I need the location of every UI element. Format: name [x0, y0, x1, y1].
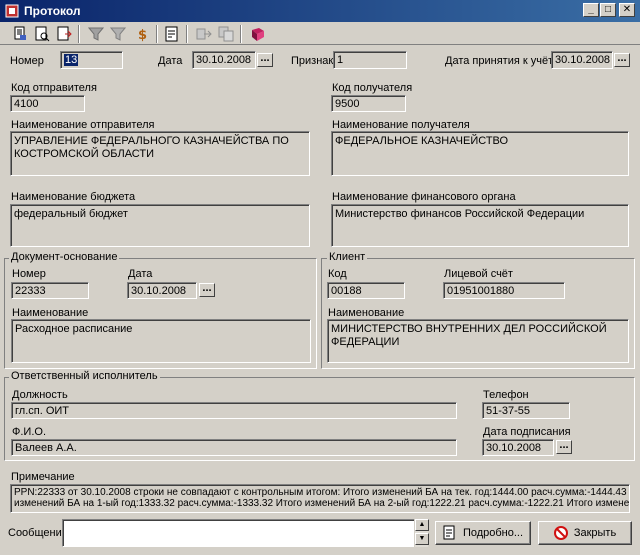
fio-label: Ф.И.О.	[12, 426, 46, 438]
arrow-right-icon	[196, 28, 212, 40]
doc-date-label: Дата	[128, 268, 153, 280]
sender-code-label: Код отправителя	[11, 82, 97, 94]
fin-org-label: Наименование финансового органа	[332, 191, 516, 203]
note-line-1: PPN:22333 от 30.10.2008 строки не совпад…	[14, 487, 630, 498]
note-label: Примечание	[11, 471, 75, 483]
toolbar-forward-button[interactable]	[194, 25, 214, 43]
doc-date-field[interactable]: 30.10.2008	[127, 282, 197, 299]
client-code-label: Код	[328, 268, 347, 280]
doc-number-label: Номер	[12, 268, 46, 280]
client-account-field[interactable]: 01951001880	[443, 282, 565, 299]
client-code-field[interactable]: 00188	[327, 282, 405, 299]
receiver-code-label: Код получателя	[332, 82, 413, 94]
toolbar-money-button[interactable]: $	[132, 25, 152, 43]
copy-icon	[218, 26, 234, 42]
client-name-field[interactable]: МИНИСТЕРСТВО ВНУТРЕННИХ ДЕЛ РОССИЙСКОЙ Ф…	[327, 319, 629, 363]
accept-date-picker-button[interactable]: ...	[614, 53, 630, 67]
sign-label: Признак	[291, 55, 334, 67]
window-title: Протокол	[24, 4, 81, 18]
scroll-up-arrow[interactable]: ▲	[415, 519, 429, 531]
message-field[interactable]	[62, 519, 416, 547]
client-account-label: Лицевой счёт	[444, 268, 513, 280]
scroll-down-arrow[interactable]: ▼	[415, 533, 429, 545]
client-name-label: Наименование	[328, 307, 405, 319]
receiver-code-field[interactable]: 9500	[331, 95, 406, 112]
close-window-button[interactable]: ✕	[619, 3, 635, 17]
receiver-name-label: Наименование получателя	[332, 119, 470, 131]
doc-name-field[interactable]: Расходное расписание	[11, 319, 311, 363]
doc-basis-caption: Документ-основание	[9, 251, 120, 263]
budget-field[interactable]: федеральный бюджет	[10, 204, 310, 247]
toolbar-filter-button[interactable]	[86, 25, 106, 43]
edit-document-icon	[165, 26, 178, 42]
message-label: Сообщение	[8, 527, 68, 539]
print-icon	[14, 26, 26, 40]
date-field[interactable]: 30.10.2008	[192, 51, 256, 69]
minimize-button[interactable]: _	[583, 3, 599, 17]
sign-date-picker-button[interactable]: ...	[556, 440, 572, 454]
export-icon	[57, 26, 72, 41]
fin-org-field[interactable]: Министерство финансов Российской Федерац…	[331, 204, 629, 247]
sign-date-field[interactable]: 30.10.2008	[482, 439, 554, 456]
document-icon	[443, 525, 455, 540]
sender-name-field[interactable]: УПРАВЛЕНИЕ ФЕДЕРАЛЬНОГО КАЗНАЧЕЙСТВА ПО …	[10, 131, 310, 176]
doc-name-label: Наименование	[12, 307, 89, 319]
message-scrollbar[interactable]: ▲ ▼	[414, 519, 429, 547]
details-button[interactable]: Подробно...	[435, 521, 531, 545]
toolbar-print-button[interactable]	[10, 25, 30, 43]
budget-label: Наименование бюджета	[11, 191, 136, 203]
toolbar-filter-clear-button[interactable]	[108, 25, 128, 43]
position-field[interactable]: гл.сп. ОИТ	[11, 402, 457, 419]
accept-date-field[interactable]: 30.10.2008	[551, 51, 613, 69]
sender-name-label: Наименование отправителя	[11, 119, 155, 131]
preview-icon	[35, 26, 50, 42]
client-caption: Клиент	[327, 251, 368, 263]
filter-clear-icon	[109, 27, 127, 41]
toolbar-preview-button[interactable]	[32, 25, 52, 43]
details-button-label: Подробно...	[462, 527, 524, 539]
phone-label: Телефон	[483, 389, 529, 401]
maximize-button[interactable]: □	[600, 3, 616, 17]
toolbar-edit-button[interactable]	[162, 25, 182, 43]
protocol-window: Протокол _ □ ✕ $ Номер 13 Дата 30.10.200…	[0, 0, 640, 555]
sender-code-field[interactable]: 4100	[10, 95, 85, 112]
number-label: Номер	[10, 55, 44, 67]
book-icon	[252, 28, 264, 41]
app-icon	[5, 4, 19, 18]
close-button[interactable]: Закрыть	[538, 521, 632, 545]
doc-number-field[interactable]: 22333	[11, 282, 89, 299]
doc-date-picker-button[interactable]: ...	[199, 283, 215, 297]
svg-text:$: $	[138, 28, 147, 42]
position-label: Должность	[12, 389, 68, 401]
toolbar: $	[0, 23, 640, 45]
sign-date-label: Дата подписания	[483, 426, 571, 438]
stop-icon	[553, 526, 568, 540]
phone-field[interactable]: 51-37-55	[482, 402, 570, 419]
dollar-icon: $	[138, 28, 147, 43]
note-line-2: изменений БА на 1-ый год:1333.32 расч.су…	[14, 498, 630, 509]
accept-date-label: Дата принятия к учёту	[445, 55, 559, 67]
responsible-caption: Ответственный исполнитель	[9, 370, 160, 382]
date-picker-button[interactable]: ...	[257, 53, 273, 67]
date-label: Дата	[158, 55, 183, 67]
receiver-name-field[interactable]: ФЕДЕРАЛЬНОЕ КАЗНАЧЕЙСТВО	[331, 131, 629, 176]
sign-field[interactable]: 1	[333, 51, 407, 69]
title-bar[interactable]: Протокол _ □ ✕	[0, 0, 640, 22]
note-field[interactable]: PPN:22333 от 30.10.2008 строки не совпад…	[10, 484, 630, 513]
toolbar-export-button[interactable]	[54, 25, 74, 43]
toolbar-copy-button[interactable]	[216, 25, 236, 43]
number-field[interactable]: 13	[60, 51, 123, 69]
filter-icon	[87, 27, 105, 41]
fio-field[interactable]: Валеев А.А.	[11, 439, 457, 456]
toolbar-help-button[interactable]	[248, 25, 268, 43]
close-button-label: Закрыть	[573, 527, 617, 539]
